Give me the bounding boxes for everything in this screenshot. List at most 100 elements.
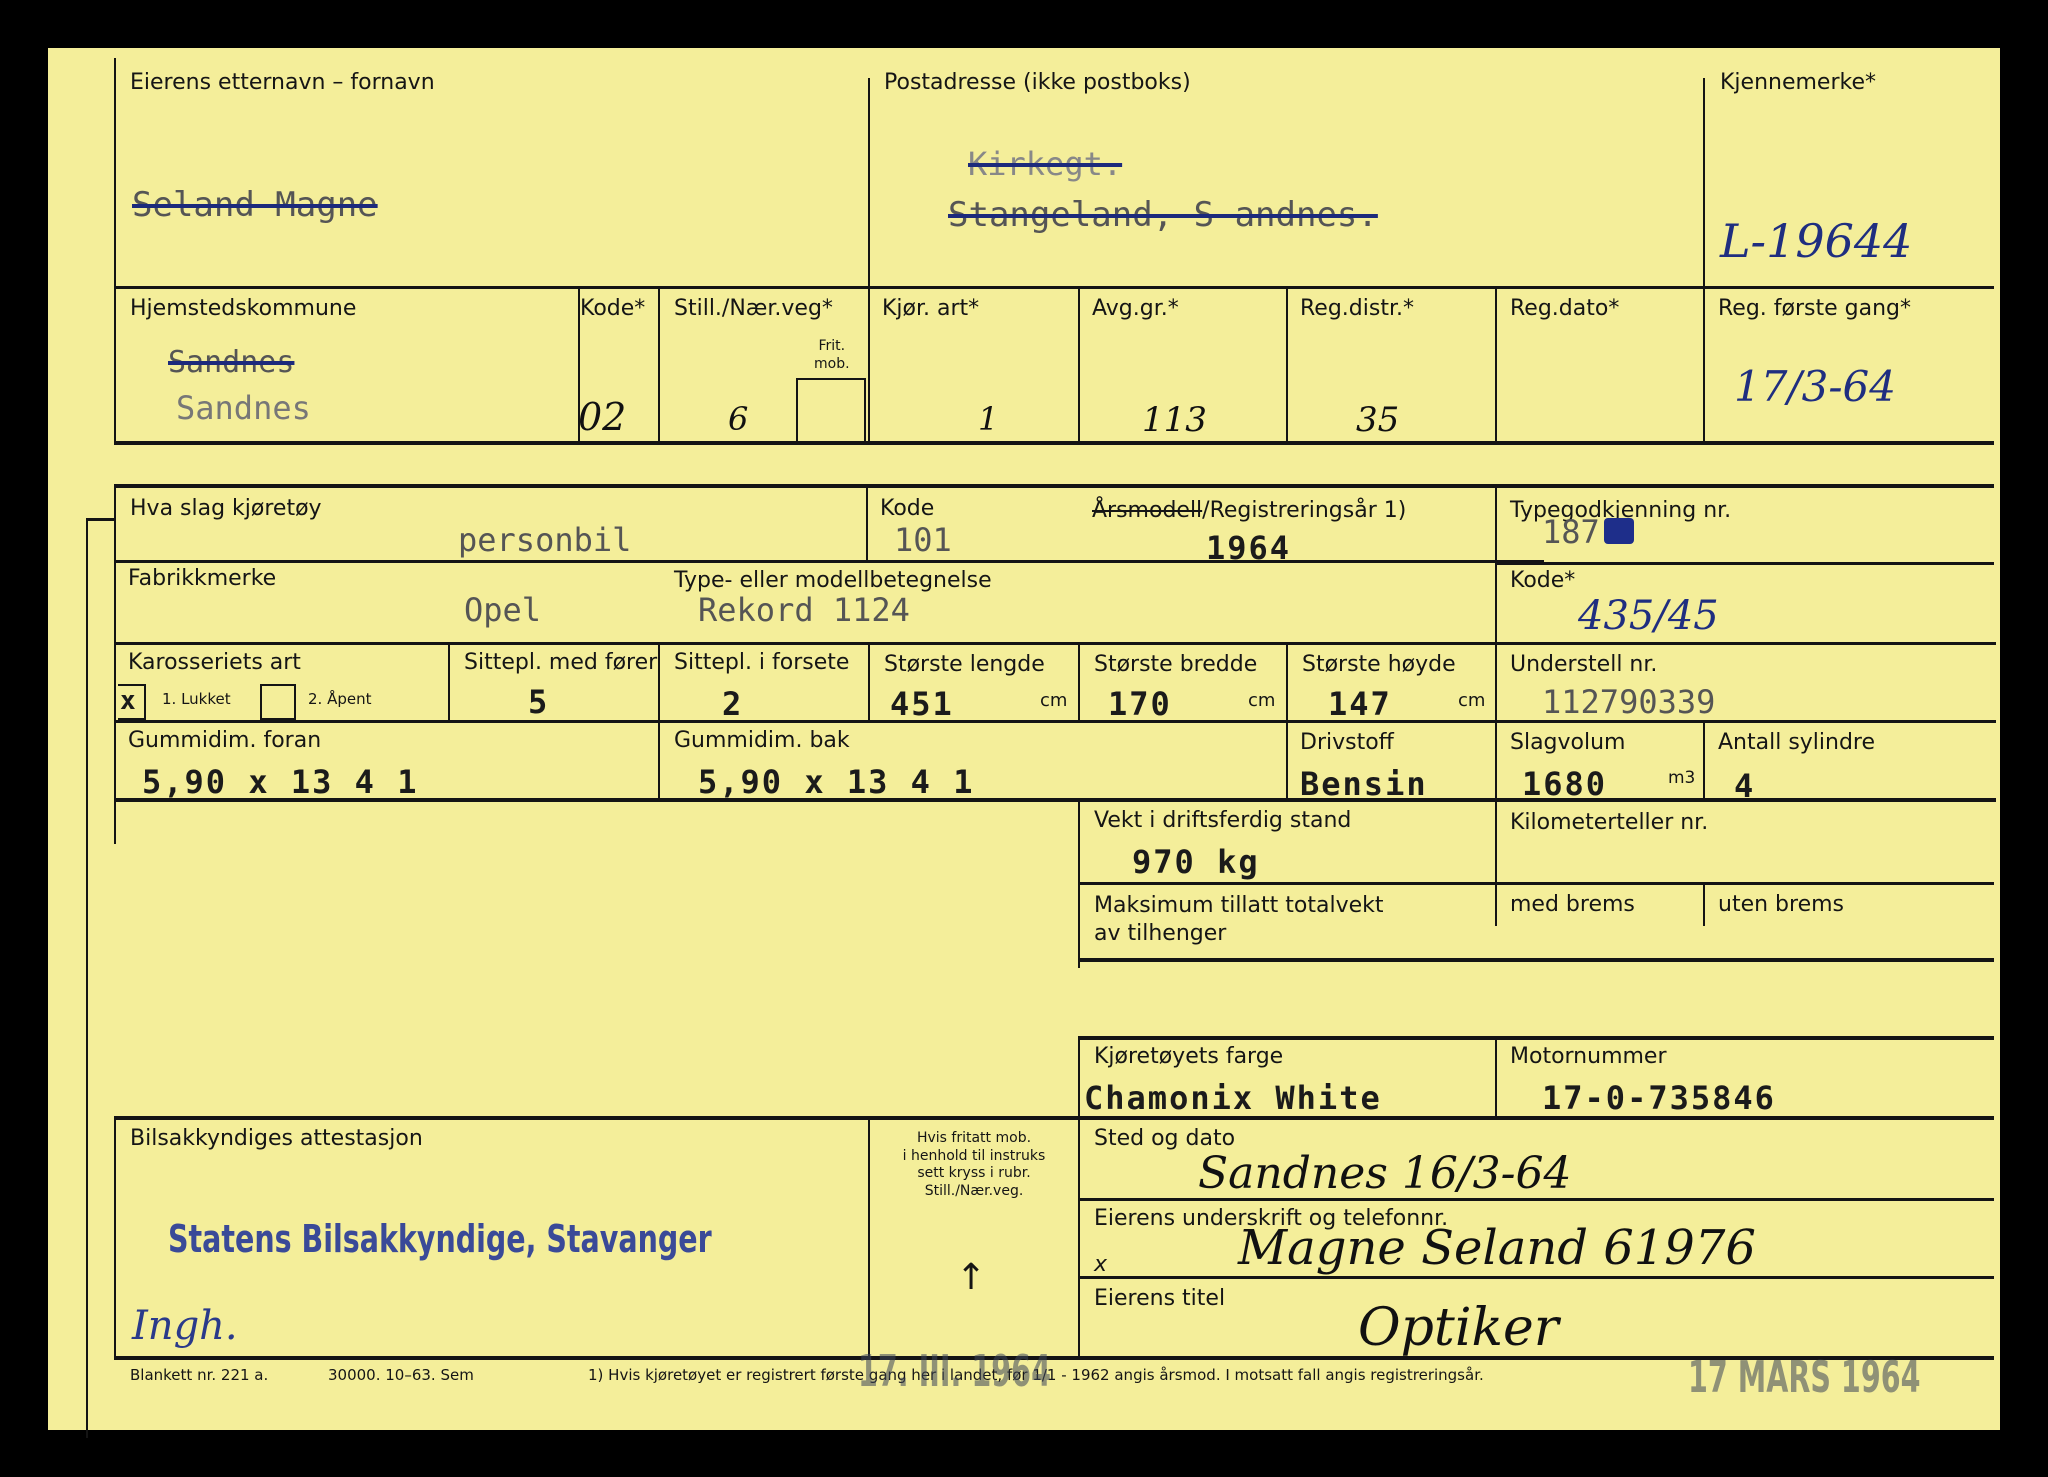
front-seats-value: 2 — [722, 685, 744, 723]
divider — [1078, 1036, 1994, 1040]
address-label: Postadresse (ikke postboks) — [884, 70, 1191, 95]
divider — [658, 288, 660, 443]
municipality-value: Sandnes — [176, 389, 311, 427]
divider — [116, 642, 1996, 645]
fuel-value: Bensin — [1300, 765, 1428, 803]
divider — [114, 58, 116, 443]
still-label: Still./Nær.veg* — [674, 296, 833, 321]
reg-distr-label: Reg.distr.* — [1300, 296, 1414, 321]
length-unit: cm — [1040, 690, 1068, 711]
form-number: Blankett nr. 221 a. — [130, 1366, 269, 1384]
reg-mark-value: L-19644 — [1720, 214, 1913, 268]
width-unit: cm — [1248, 690, 1276, 711]
model-label: Type- eller modellbetegnelse — [674, 568, 992, 593]
height-value: 147 — [1328, 685, 1392, 723]
margin-tick — [86, 518, 116, 521]
divider — [1703, 78, 1705, 288]
reg-distr-value: 35 — [1356, 400, 1400, 440]
brake-with-label: med brems — [1510, 892, 1635, 917]
odometer-label: Kilometerteller nr. — [1510, 810, 1709, 835]
exempt-note: Hvis fritatt mob. i henhold til instruks… — [902, 1130, 1046, 1199]
divider — [868, 644, 870, 722]
address-line2: Stangeland, S andnes. — [948, 195, 1378, 235]
volume-unit: m3 — [1668, 768, 1696, 788]
divider — [1495, 486, 1497, 798]
width-label: Største bredde — [1094, 652, 1258, 677]
divider — [1078, 958, 1994, 962]
reg-dato-label: Reg.dato* — [1510, 296, 1620, 321]
weight-value: 970 kg — [1132, 843, 1260, 881]
divider — [116, 560, 1544, 563]
make-label: Fabrikkmerke — [128, 566, 277, 591]
vehicle-kode-label: Kode — [880, 496, 935, 521]
date-stamp-2: 17 MARS 1964 — [1688, 1352, 1921, 1403]
kjor-art-value: 1 — [978, 400, 999, 438]
typegodk-value: 187 — [1542, 513, 1600, 551]
kjor-art-label: Kjør. art* — [882, 296, 980, 321]
year-label: Årsmodell/Registreringsår 1) — [1092, 500, 1406, 522]
engine-value: 17-0-735846 — [1542, 1079, 1776, 1117]
divider — [1078, 1276, 1994, 1279]
engine-label: Motornummer — [1510, 1044, 1667, 1069]
divider — [1703, 288, 1705, 443]
divider — [448, 644, 450, 722]
place-date-value: Sandnes 16/3-64 — [1198, 1148, 1572, 1199]
vehicle-type-value: personbil — [458, 521, 632, 559]
color-value: Chamonix White — [1084, 1079, 1382, 1117]
reg-forste-label: Reg. første gang* — [1718, 296, 1912, 321]
divider — [868, 1118, 870, 1358]
attest-label: Bilsakkyndiges attestasjon — [130, 1126, 423, 1151]
still-value: 6 — [728, 400, 749, 438]
make-value: Opel — [464, 591, 542, 629]
divider — [1286, 288, 1288, 443]
kode-label: Kode* — [580, 296, 646, 321]
body-checkbox-open — [260, 684, 296, 720]
seats-value: 5 — [528, 683, 550, 721]
width-value: 170 — [1108, 685, 1172, 723]
divider — [114, 484, 1994, 488]
vehicle-kode-value: 101 — [894, 521, 952, 559]
volume-label: Slagvolum — [1510, 730, 1626, 755]
body-check-mark: x — [120, 686, 138, 716]
chassis-label: Understell nr. — [1510, 652, 1658, 677]
divider — [1495, 800, 1497, 926]
owner-name-value: Seland Magne — [132, 185, 378, 225]
body-label: Karosseriets art — [128, 650, 301, 675]
tire-front-label: Gummidim. foran — [128, 728, 322, 753]
chassis-value: 112790339 — [1542, 683, 1716, 721]
tire-rear-value: 5,90 x 13 4 1 — [698, 763, 975, 801]
year-value: 1964 — [1206, 529, 1292, 567]
divider — [1703, 884, 1705, 926]
fuel-label: Drivstoff — [1300, 730, 1394, 755]
arrow-up-icon: ↑ — [956, 1257, 987, 1298]
trailer-label: Maksimum tillatt totalvekt av tilhenger — [1094, 893, 1384, 946]
divider — [1078, 1038, 1080, 1118]
owner-sign-x: x — [1094, 1252, 1108, 1277]
reg-mark-label: Kjennemerke* — [1720, 70, 1876, 95]
cyl-label: Antall sylindre — [1718, 730, 1876, 755]
divider — [1078, 644, 1080, 722]
divider — [1495, 562, 1994, 565]
vehicle-type-label: Hva slag kjøretøy — [130, 496, 322, 521]
divider — [1078, 1118, 1080, 1358]
brake-without-label: uten brems — [1718, 892, 1844, 917]
body-opt1: 1. Lukket — [162, 690, 231, 708]
margin-line — [86, 518, 88, 1438]
height-unit: cm — [1458, 690, 1486, 711]
address-line1: Kirkegt. — [968, 145, 1123, 183]
print-info: 30000. 10–63. Sem — [328, 1366, 474, 1384]
color-label: Kjøretøyets farge — [1094, 1044, 1284, 1069]
kode2-label: Kode* — [1510, 568, 1576, 593]
owner-signature: Magne Seland 61976 — [1238, 1220, 1756, 1276]
owner-name-label: Eierens etternavn – fornavn — [130, 70, 435, 95]
divider — [1078, 288, 1080, 443]
frit-mob-label: Frit. mob. — [814, 338, 850, 372]
divider — [1495, 1038, 1497, 1118]
divider — [866, 486, 868, 562]
kode-value: 02 — [578, 395, 627, 439]
municipality-label: Hjemstedskommune — [130, 296, 357, 321]
divider — [114, 1118, 116, 1358]
front-seats-label: Sittepl. i forsete — [674, 650, 850, 675]
weight-label: Vekt i driftsferdig stand — [1094, 808, 1352, 833]
kode2-value: 435/45 — [1578, 593, 1719, 639]
